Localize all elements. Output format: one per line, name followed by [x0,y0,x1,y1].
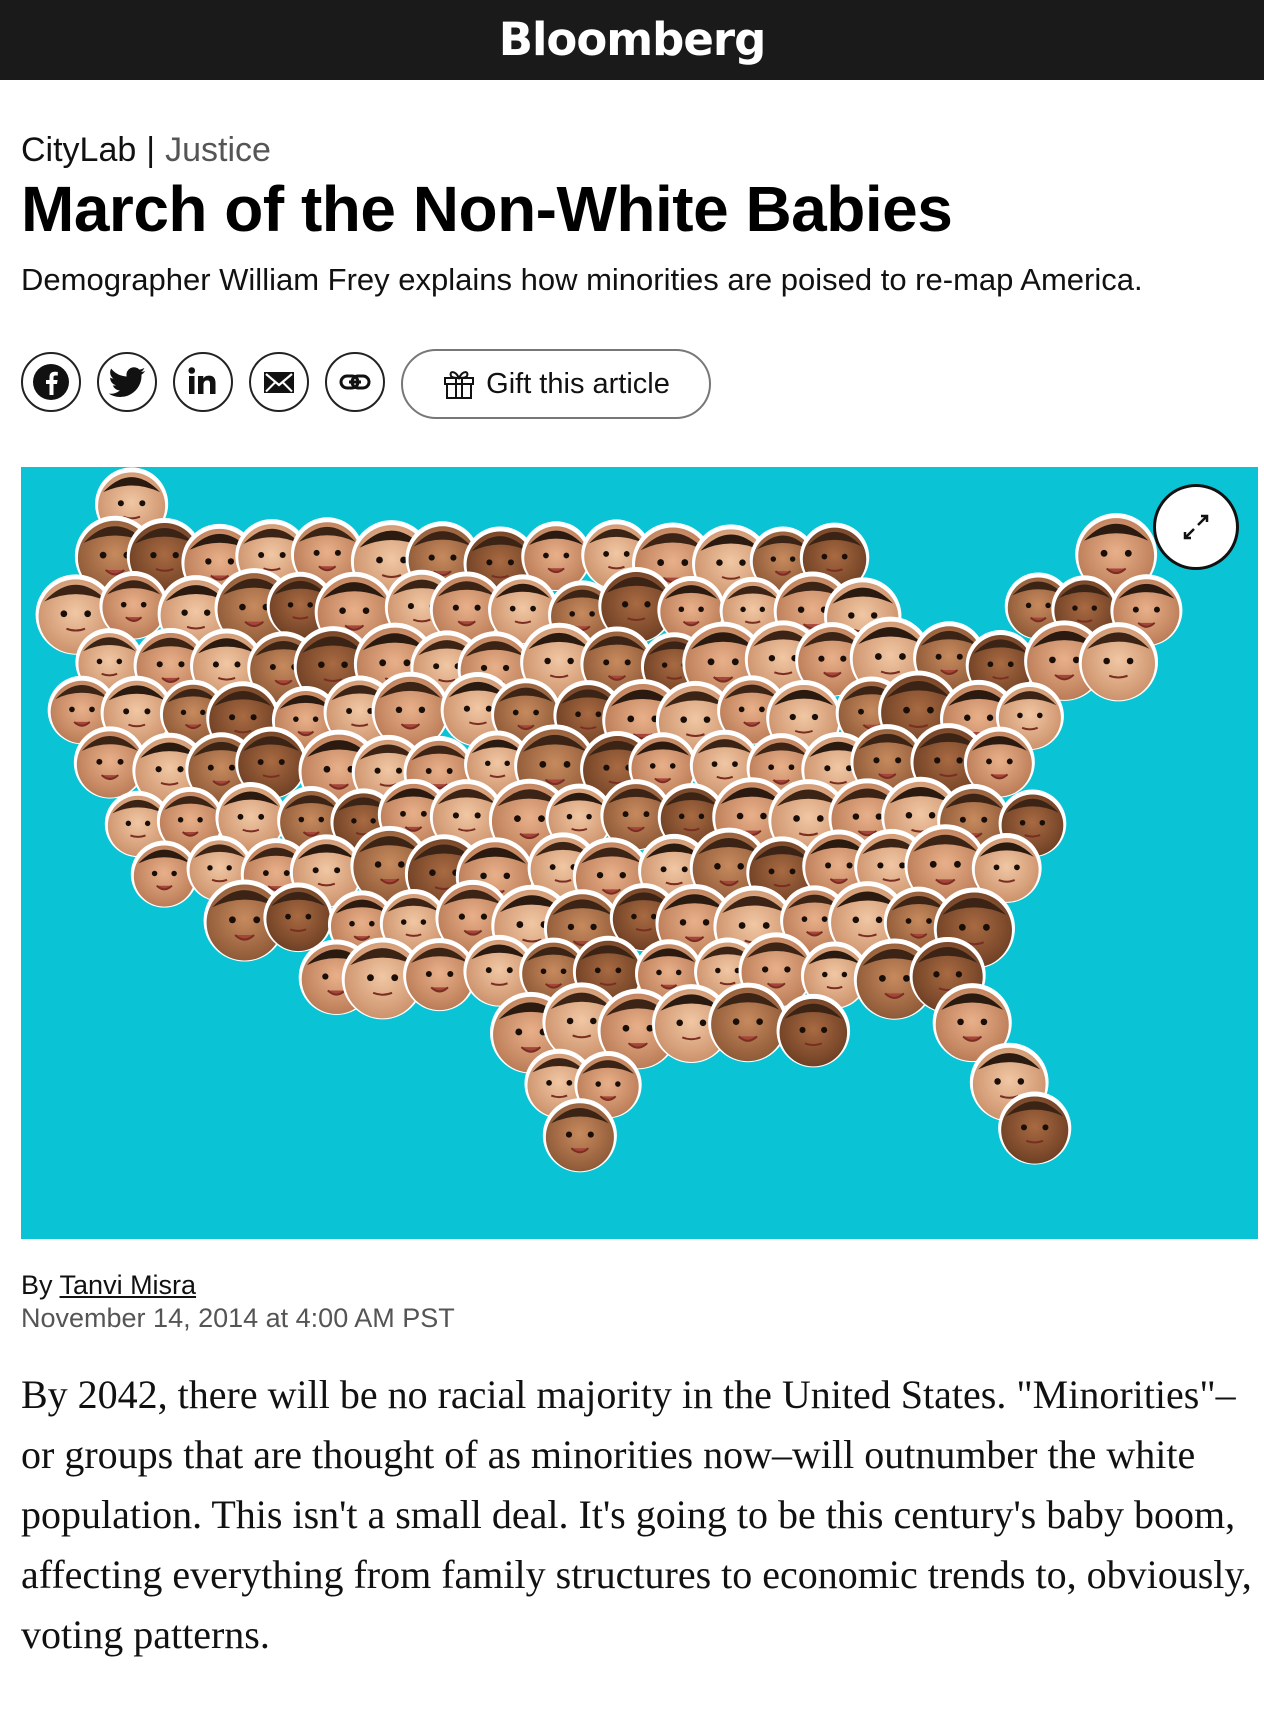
share-email-button[interactable] [249,352,309,412]
baby-face [708,982,788,1063]
section-breadcrumb: CityLab | Justice [21,130,271,170]
email-icon [264,372,294,393]
expand-image-button[interactable] [1153,484,1239,570]
twitter-icon [108,367,146,398]
us-map-of-baby-faces [35,467,1183,1173]
bloomberg-logo[interactable]: Bloomberg [0,10,1264,70]
subsection-link[interactable]: Justice [165,131,271,169]
baby-face [998,1091,1072,1165]
copy-link-button[interactable] [325,352,385,412]
baby-face [1078,622,1159,702]
breadcrumb-separator: | [146,131,156,169]
publish-date: November 14, 2014 at 4:00 AM PST [21,1303,455,1333]
gift-icon [444,371,475,399]
baby-face [776,993,851,1068]
article-body-paragraph: By 2042, there will be no racial majorit… [21,1372,1252,1657]
article-dek: Demographer William Frey explains how mi… [21,262,1143,297]
byline-prefix: By [21,1270,53,1300]
hero-image[interactable] [21,467,1258,1239]
linkedin-icon [188,367,216,394]
baby-face [263,882,334,953]
byline: By Tanvi Misra [21,1268,196,1302]
article-headline: March of the Non-White Babies [21,173,953,245]
gift-article-label: Gift this article [486,367,670,400]
share-linkedin-button[interactable] [173,352,233,412]
facebook-icon [33,364,69,400]
expand-arrows-icon [1183,514,1209,540]
share-twitter-button[interactable] [97,352,157,412]
baby-face [542,1098,617,1173]
link-icon [339,374,371,390]
share-facebook-button[interactable] [21,352,81,412]
gift-article-button[interactable]: Gift this article [401,349,711,419]
section-link[interactable]: CityLab [21,131,136,169]
top-bar: Bloomberg [0,0,1264,80]
author-link[interactable]: Tanvi Misra [60,1270,197,1300]
